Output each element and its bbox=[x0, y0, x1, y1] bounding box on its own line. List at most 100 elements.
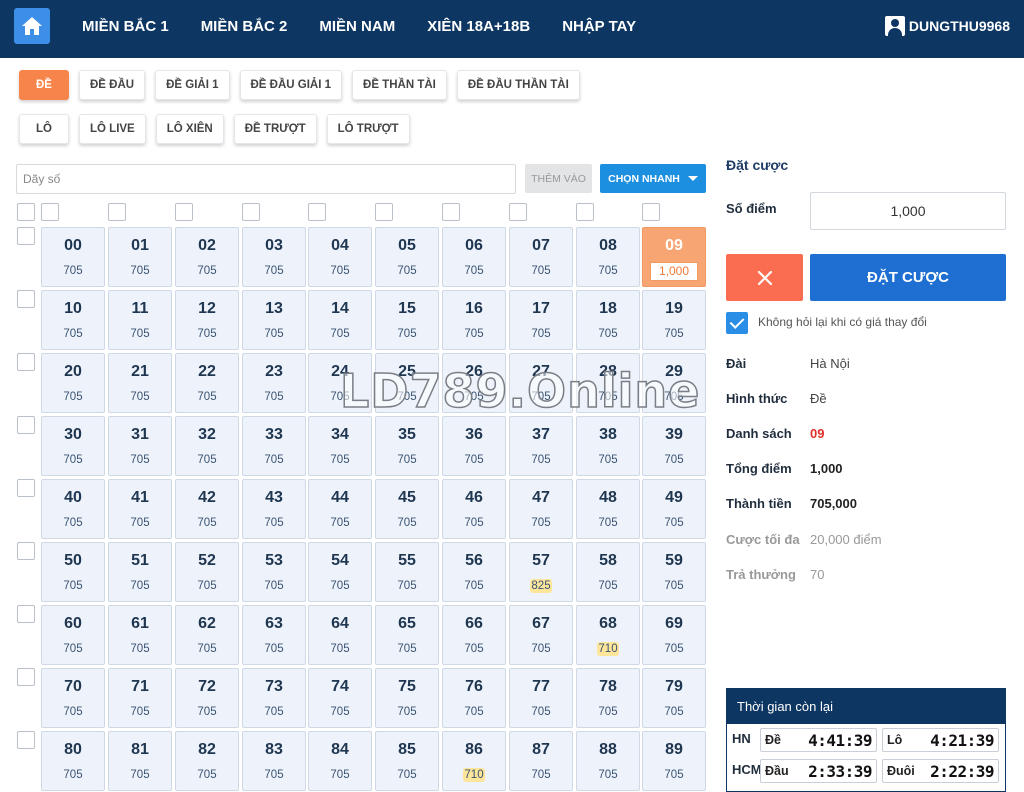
row-checkbox[interactable] bbox=[17, 353, 35, 371]
number-cell-69[interactable]: 69 705 bbox=[642, 605, 706, 665]
bet-type-button[interactable]: ĐỀ ĐẦU THẦN TÀI bbox=[456, 70, 580, 100]
number-cell-16[interactable]: 16 705 bbox=[442, 290, 506, 350]
row-checkbox[interactable] bbox=[17, 479, 35, 497]
number-cell-21[interactable]: 21 705 bbox=[108, 353, 172, 413]
number-cell-46[interactable]: 46 705 bbox=[442, 479, 506, 539]
cancel-button[interactable] bbox=[726, 254, 803, 301]
number-cell-01[interactable]: 01 705 bbox=[108, 227, 172, 287]
number-cell-12[interactable]: 12 705 bbox=[175, 290, 239, 350]
number-cell-55[interactable]: 55 705 bbox=[375, 542, 439, 602]
number-cell-65[interactable]: 65 705 bbox=[375, 605, 439, 665]
number-cell-59[interactable]: 59 705 bbox=[642, 542, 706, 602]
number-cell-30[interactable]: 30 705 bbox=[41, 416, 105, 476]
number-cell-23[interactable]: 23 705 bbox=[242, 353, 306, 413]
number-cell-36[interactable]: 36 705 bbox=[442, 416, 506, 476]
number-cell-53[interactable]: 53 705 bbox=[242, 542, 306, 602]
column-checkbox[interactable] bbox=[442, 203, 460, 221]
nav-item[interactable]: MIỀN BẮC 2 bbox=[185, 18, 304, 35]
number-cell-43[interactable]: 43 705 bbox=[242, 479, 306, 539]
bet-type-button[interactable]: LÔ XIÊN bbox=[155, 114, 224, 144]
number-cell-33[interactable]: 33 705 bbox=[242, 416, 306, 476]
number-cell-24[interactable]: 24 705 bbox=[308, 353, 372, 413]
number-cell-04[interactable]: 04 705 bbox=[308, 227, 372, 287]
number-cell-75[interactable]: 75 705 bbox=[375, 668, 439, 728]
number-cell-67[interactable]: 67 705 bbox=[509, 605, 573, 665]
number-cell-09[interactable]: 09 1,000 bbox=[642, 227, 706, 287]
number-cell-41[interactable]: 41 705 bbox=[108, 479, 172, 539]
number-cell-06[interactable]: 06 705 bbox=[442, 227, 506, 287]
number-cell-08[interactable]: 08 705 bbox=[576, 227, 640, 287]
column-checkbox[interactable] bbox=[509, 203, 527, 221]
row-checkbox[interactable] bbox=[17, 290, 35, 308]
number-cell-73[interactable]: 73 705 bbox=[242, 668, 306, 728]
column-checkbox[interactable] bbox=[175, 203, 193, 221]
number-cell-32[interactable]: 32 705 bbox=[175, 416, 239, 476]
number-cell-14[interactable]: 14 705 bbox=[308, 290, 372, 350]
home-button[interactable] bbox=[14, 8, 50, 44]
bet-type-button[interactable]: ĐỀ ĐẦU bbox=[79, 70, 146, 100]
number-cell-57[interactable]: 57 825 bbox=[509, 542, 573, 602]
number-cell-25[interactable]: 25 705 bbox=[375, 353, 439, 413]
column-checkbox[interactable] bbox=[108, 203, 126, 221]
number-cell-84[interactable]: 84 705 bbox=[308, 731, 372, 791]
row-checkbox[interactable] bbox=[17, 416, 35, 434]
number-cell-05[interactable]: 05 705 bbox=[375, 227, 439, 287]
number-cell-45[interactable]: 45 705 bbox=[375, 479, 439, 539]
column-checkbox[interactable] bbox=[375, 203, 393, 221]
bet-type-button[interactable]: ĐỀ TRƯỢT bbox=[233, 114, 317, 144]
number-cell-58[interactable]: 58 705 bbox=[576, 542, 640, 602]
number-cell-42[interactable]: 42 705 bbox=[175, 479, 239, 539]
number-cell-07[interactable]: 07 705 bbox=[509, 227, 573, 287]
number-cell-31[interactable]: 31 705 bbox=[108, 416, 172, 476]
number-cell-48[interactable]: 48 705 bbox=[576, 479, 640, 539]
number-cell-62[interactable]: 62 705 bbox=[175, 605, 239, 665]
bet-type-button[interactable]: ĐỀ THẦN TÀI bbox=[352, 70, 447, 100]
number-cell-81[interactable]: 81 705 bbox=[108, 731, 172, 791]
number-cell-44[interactable]: 44 705 bbox=[308, 479, 372, 539]
nav-item[interactable]: MIỀN NAM bbox=[303, 18, 411, 35]
number-cell-51[interactable]: 51 705 bbox=[108, 542, 172, 602]
number-cell-89[interactable]: 89 705 bbox=[642, 731, 706, 791]
number-cell-15[interactable]: 15 705 bbox=[375, 290, 439, 350]
number-cell-28[interactable]: 28 705 bbox=[576, 353, 640, 413]
number-cell-80[interactable]: 80 705 bbox=[41, 731, 105, 791]
add-button[interactable]: THÊM VÀO bbox=[525, 164, 592, 193]
number-cell-61[interactable]: 61 705 bbox=[108, 605, 172, 665]
number-cell-18[interactable]: 18 705 bbox=[576, 290, 640, 350]
place-bet-button[interactable]: ĐẶT CƯỢC bbox=[810, 254, 1006, 301]
number-sequence-input[interactable] bbox=[16, 164, 516, 194]
number-cell-00[interactable]: 00 705 bbox=[41, 227, 105, 287]
bet-type-button[interactable]: ĐỀ bbox=[19, 70, 69, 100]
nav-item[interactable]: XIÊN 18A+18B bbox=[411, 18, 546, 35]
number-cell-83[interactable]: 83 705 bbox=[242, 731, 306, 791]
number-cell-35[interactable]: 35 705 bbox=[375, 416, 439, 476]
number-cell-19[interactable]: 19 705 bbox=[642, 290, 706, 350]
score-input[interactable] bbox=[810, 192, 1006, 230]
number-cell-82[interactable]: 82 705 bbox=[175, 731, 239, 791]
number-cell-03[interactable]: 03 705 bbox=[242, 227, 306, 287]
column-checkbox[interactable] bbox=[41, 203, 59, 221]
number-cell-13[interactable]: 13 705 bbox=[242, 290, 306, 350]
number-cell-77[interactable]: 77 705 bbox=[509, 668, 573, 728]
number-cell-70[interactable]: 70 705 bbox=[41, 668, 105, 728]
row-checkbox[interactable] bbox=[17, 731, 35, 749]
number-cell-86[interactable]: 86 710 bbox=[442, 731, 506, 791]
number-cell-20[interactable]: 20 705 bbox=[41, 353, 105, 413]
column-checkbox[interactable] bbox=[308, 203, 326, 221]
number-cell-56[interactable]: 56 705 bbox=[442, 542, 506, 602]
number-cell-64[interactable]: 64 705 bbox=[308, 605, 372, 665]
number-cell-66[interactable]: 66 705 bbox=[442, 605, 506, 665]
nav-item[interactable]: NHẬP TAY bbox=[546, 18, 652, 35]
row-checkbox[interactable] bbox=[17, 542, 35, 560]
number-cell-87[interactable]: 87 705 bbox=[509, 731, 573, 791]
number-cell-78[interactable]: 78 705 bbox=[576, 668, 640, 728]
no-ask-checkbox[interactable] bbox=[726, 312, 748, 334]
number-cell-63[interactable]: 63 705 bbox=[242, 605, 306, 665]
number-cell-40[interactable]: 40 705 bbox=[41, 479, 105, 539]
quick-select-button[interactable]: CHỌN NHANH bbox=[600, 164, 706, 193]
number-cell-02[interactable]: 02 705 bbox=[175, 227, 239, 287]
number-cell-29[interactable]: 29 705 bbox=[642, 353, 706, 413]
number-cell-39[interactable]: 39 705 bbox=[642, 416, 706, 476]
number-cell-50[interactable]: 50 705 bbox=[41, 542, 105, 602]
bet-type-button[interactable]: ĐỀ ĐẦU GIẢI 1 bbox=[239, 70, 343, 100]
